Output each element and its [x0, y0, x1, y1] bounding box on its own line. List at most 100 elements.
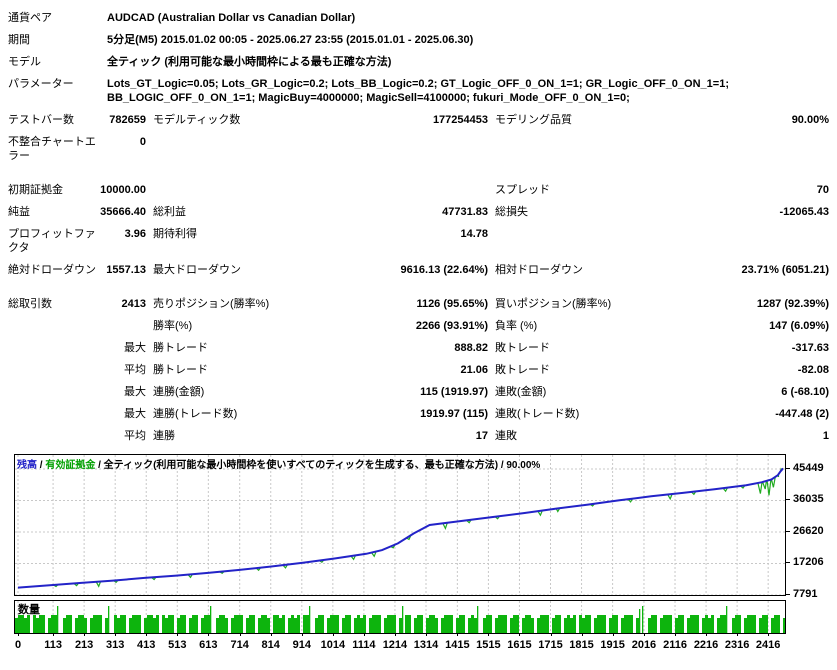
row-qualifier: 平均 — [124, 430, 146, 442]
report-row: 最大 連勝(金額) 115 (1919.97) 連敗(金額) 6 (-68.10) — [8, 382, 829, 404]
row-value: 21.06 — [460, 364, 488, 376]
report-row: プロフィットファクタ 3.96 期待利得 14.78 — [8, 224, 829, 260]
row-qualifier: 最大 — [124, 386, 146, 398]
report-row: 平均 勝トレード 21.06 敗トレード -82.08 — [8, 360, 829, 382]
balance-equity-chart — [15, 455, 785, 595]
x-tick-mark — [146, 633, 148, 636]
y-tick-mark — [786, 531, 790, 532]
row-qualifier: 最大 — [124, 408, 146, 420]
row-value: 147 (6.09%) — [769, 320, 829, 332]
row-label: 敗トレード — [495, 342, 550, 354]
balance-chart-panel: 残高 / 有効証拠金 / 全ティック(利用可能な最小時間枠を使いすべてのティック… — [14, 454, 786, 596]
x-tick-mark — [301, 633, 303, 636]
row-label: モデルティック数 — [153, 114, 241, 126]
row-label: 相対ドローダウン — [495, 264, 583, 276]
report-row: パラメーター Lots_GT_Logic=0.05; Lots_GR_Logic=… — [8, 74, 829, 110]
row-label: 勝トレード — [153, 342, 208, 354]
x-tick-mark — [425, 633, 427, 636]
row-label: 不整合チャートエラー — [8, 136, 96, 162]
x-tick-mark — [737, 633, 739, 636]
row-label: 絶対ドローダウン — [8, 264, 96, 276]
x-tick-mark — [239, 633, 241, 636]
volume-chart-panel: 数量 — [14, 600, 786, 634]
row-value: -82.08 — [797, 364, 829, 376]
row-value: 1 — [822, 430, 829, 442]
x-axis-labels: 0 113 213 313 413 513 613 714 814 914 1014 1114 1214… — [14, 633, 804, 652]
backtest-report-table: 通貨ペア AUDCAD (Australian Dollar vs Canadia… — [8, 8, 829, 448]
balance-curve — [17, 467, 784, 589]
report-row: テストバー数 782659 モデルティック数 177254453 モデリング品質 90.0… — [8, 110, 829, 132]
row-label: 負率 (%) — [495, 320, 538, 332]
report-row: 絶対ドローダウン 1557.13 最大ドローダウン 9616.13 (22.64%) 相… — [8, 260, 829, 282]
row-value: 23.71% (6051.21) — [741, 264, 829, 276]
report-row: 最大 連勝(トレード数) 1919.97 (115) 連敗(トレード数) -447.48… — [8, 404, 829, 426]
x-tick-mark — [768, 633, 770, 636]
row-label: 敗トレード — [495, 364, 550, 376]
row-label: 連敗(金額) — [495, 386, 547, 398]
row-value: 1919.97 (115) — [420, 408, 488, 420]
volume-label: 数量 — [18, 604, 40, 616]
x-tick-mark — [612, 633, 614, 636]
row-value: AUDCAD (Australian Dollar vs Canadian Do… — [107, 12, 356, 24]
row-value: 9616.13 (22.64%) — [400, 264, 488, 276]
x-tick-mark — [394, 633, 396, 636]
x-tick-mark — [519, 633, 521, 636]
y-tick-mark — [786, 468, 790, 469]
row-label: プロフィットファクタ — [8, 228, 96, 254]
row-label: 買いポジション(勝率%) — [495, 298, 612, 310]
x-tick-mark — [270, 633, 272, 636]
row-label: 総取引数 — [8, 298, 52, 310]
x-tick-mark — [675, 633, 677, 636]
report-row: 勝率(%) 2266 (93.91%) 負率 (%) 147 (6.09%) — [8, 316, 829, 338]
row-value: 14.78 — [460, 228, 488, 240]
row-value: 35666.40 — [100, 206, 146, 218]
row-value: 888.82 — [454, 342, 488, 354]
row-value: 3.96 — [124, 228, 146, 240]
report-row: 最大 勝トレード 888.82 敗トレード -317.63 — [8, 338, 829, 360]
report-row: 総取引数 2413 売りポジション(勝率%) 1126 (95.65%) 買いポジション… — [8, 294, 829, 316]
x-tick-mark — [332, 633, 334, 636]
row-value: Lots_GT_Logic=0.05; Lots_GR_Logic=0.2; L… — [107, 78, 729, 104]
row-value: 6 (-68.10) — [781, 386, 829, 398]
row-value: 5分足(M5) 2015.01.02 00:05 - 2025.06.27 23… — [107, 34, 474, 46]
y-axis-labels: 45449 36035 26620 17206 7791 — [786, 454, 836, 600]
legend-item: 有効証拠金 — [45, 460, 96, 471]
row-value: 47731.83 — [442, 206, 488, 218]
row-label: モデル — [8, 56, 41, 68]
row-label: 最大ドローダウン — [153, 264, 241, 276]
y-tick-mark — [786, 499, 790, 501]
row-label: 連敗(トレード数) — [495, 408, 580, 420]
x-tick-mark — [177, 633, 179, 636]
report-row: 純益 35666.40 総利益 47731.83 総損失 -12065.43 — [8, 202, 829, 224]
row-label: テストバー数 — [8, 114, 74, 126]
row-label: 勝率(%) — [153, 320, 193, 332]
row-value: 1287 (92.39%) — [756, 298, 829, 310]
x-tick-mark — [706, 633, 708, 636]
x-tick-mark — [115, 633, 117, 636]
x-tick-mark — [581, 633, 583, 636]
y-tick-label: 45449 — [793, 462, 824, 474]
y-tick-label: 26620 — [793, 525, 824, 537]
row-label: 総損失 — [495, 206, 528, 218]
row-label: 総利益 — [153, 206, 186, 218]
y-tick-label: 7791 — [793, 588, 818, 600]
report-row: 初期証拠金 10000.00 スプレッド 70 — [8, 180, 829, 202]
y-tick-label: 17206 — [793, 556, 824, 569]
x-tick-mark — [84, 633, 86, 636]
row-value: 0 — [139, 136, 146, 148]
row-label: 純益 — [8, 206, 30, 218]
row-value: 2413 — [121, 298, 146, 310]
x-tick-mark — [550, 633, 552, 636]
y-tick-mark — [786, 594, 790, 595]
row-value: 90.00% — [791, 114, 829, 126]
row-value: -447.48 (2) — [775, 408, 829, 420]
row-value: -317.63 — [791, 342, 829, 354]
row-value: 2266 (93.91%) — [415, 320, 488, 332]
row-label: パラメーター — [8, 78, 74, 90]
row-value: 1557.13 — [106, 264, 146, 276]
equity-curve — [17, 467, 784, 589]
report-row: 通貨ペア AUDCAD (Australian Dollar vs Canadia… — [8, 8, 829, 30]
legend-item: / 全ティック(利用可能な最小時間枠を使いすべてのティックを生成する、最も正確な… — [95, 460, 541, 471]
row-value: 782659 — [109, 114, 146, 126]
x-tick-mark — [643, 633, 645, 636]
